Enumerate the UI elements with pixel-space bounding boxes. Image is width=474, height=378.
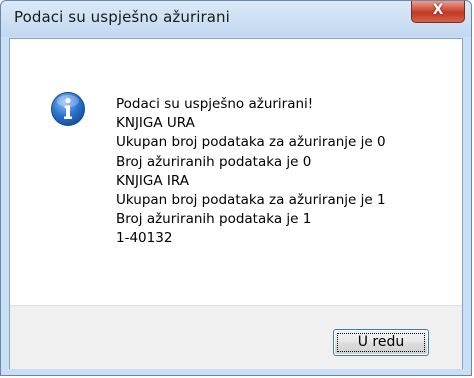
message-box-window: Podaci su uspješno ažurirani X Podaci su… [0,0,472,376]
message-line: 1-40132 [116,230,173,247]
window-title: Podaci su uspješno ažurirani [14,8,230,26]
message-line: Broj ažuriranih podataka je 0 [116,153,312,170]
info-icon [51,92,85,126]
message-line: Ukupan broj podataka za ažuriranje je 0 [116,134,386,151]
button-area: U redu [10,305,462,369]
message-text: Podaci su uspješno ažurirani! KNJIGA URA… [116,95,386,249]
close-button[interactable]: X [411,1,465,23]
close-icon: X [432,2,444,18]
message-line: KNJIGA IRA [116,172,189,189]
ok-button-label: U redu [357,334,405,350]
ok-button[interactable]: U redu [333,329,429,356]
message-line: Broj ažuriranih podataka je 1 [116,211,312,228]
message-line: Podaci su uspješno ažurirani! [116,96,314,112]
message-line: KNJIGA URA [116,115,195,132]
title-bar[interactable]: Podaci su uspješno ažurirani X [1,1,471,37]
message-line: Ukupan broj podataka za ažuriranje je 1 [116,192,386,209]
dialog-content: Podaci su uspješno ažurirani! KNJIGA URA… [9,38,463,369]
